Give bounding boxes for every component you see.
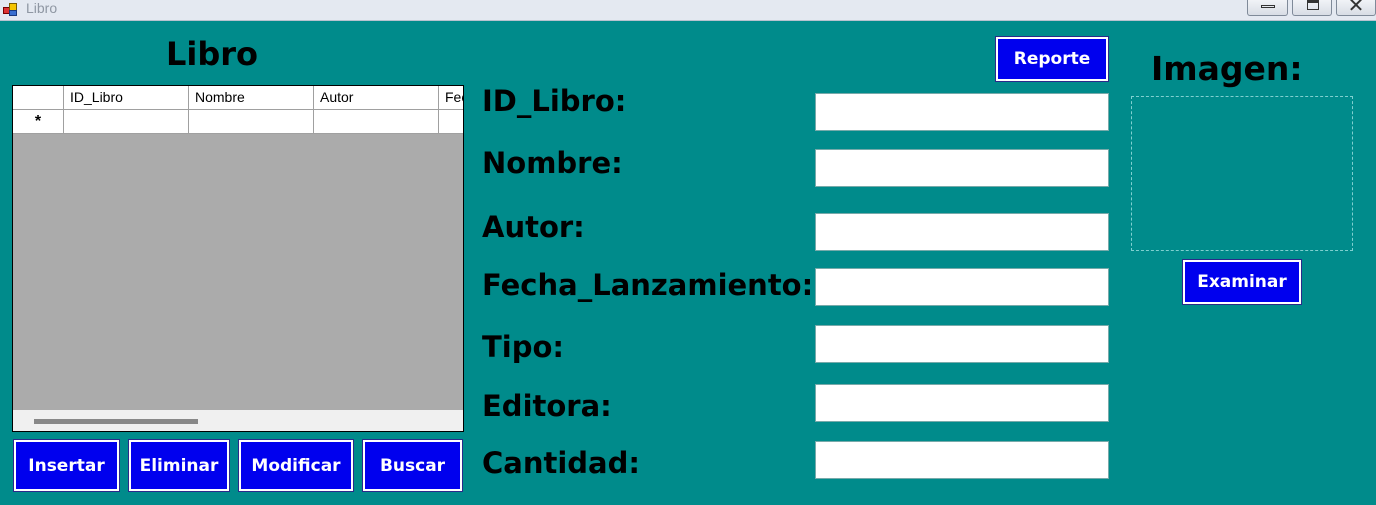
reporte-button[interactable]: Reporte bbox=[995, 36, 1109, 82]
grid-horizontal-scrollbar[interactable] bbox=[13, 410, 463, 431]
maximize-button[interactable] bbox=[1292, 0, 1332, 16]
nombre-label: Nombre: bbox=[482, 146, 623, 180]
grid-corner-header[interactable] bbox=[13, 86, 64, 109]
scrollbar-thumb[interactable] bbox=[34, 419, 198, 424]
insertar-button[interactable]: Insertar bbox=[13, 439, 120, 492]
tipo-label: Tipo: bbox=[482, 330, 565, 364]
examinar-button[interactable]: Examinar bbox=[1182, 259, 1302, 305]
column-header-autor[interactable]: Autor bbox=[314, 86, 439, 109]
grid-title: Libro bbox=[166, 35, 259, 73]
grid-header-row: ID_Libro Nombre Autor Fecha_Lanzamiento bbox=[13, 86, 463, 110]
grid-cell-fecha-lanzamiento[interactable] bbox=[439, 110, 463, 133]
app-window-icon bbox=[3, 2, 17, 16]
modificar-button[interactable]: Modificar bbox=[238, 439, 354, 492]
window-title: Libro bbox=[26, 0, 58, 16]
grid-cell-autor[interactable] bbox=[314, 110, 439, 133]
maximize-icon bbox=[1307, 0, 1319, 10]
eliminar-button[interactable]: Eliminar bbox=[128, 439, 230, 492]
tipo-input[interactable] bbox=[815, 325, 1109, 363]
libros-data-grid[interactable]: ID_Libro Nombre Autor Fecha_Lanzamiento … bbox=[12, 85, 464, 432]
fecha-lanzamiento-input[interactable] bbox=[815, 268, 1109, 306]
minimize-button[interactable] bbox=[1247, 0, 1288, 16]
column-header-id-libro[interactable]: ID_Libro bbox=[64, 86, 189, 109]
id-libro-input[interactable] bbox=[815, 93, 1109, 131]
fecha-lanzamiento-label: Fecha_Lanzamiento: bbox=[482, 268, 814, 302]
grid-cell-id-libro[interactable] bbox=[64, 110, 189, 133]
autor-input[interactable] bbox=[815, 213, 1109, 251]
cantidad-label: Cantidad: bbox=[482, 446, 640, 480]
minimize-icon bbox=[1261, 5, 1275, 8]
grid-new-row[interactable]: * bbox=[13, 110, 463, 134]
column-header-nombre[interactable]: Nombre bbox=[189, 86, 314, 109]
image-title: Imagen: bbox=[1151, 49, 1303, 88]
cantidad-input[interactable] bbox=[815, 441, 1109, 479]
autor-label: Autor: bbox=[482, 210, 585, 244]
title-bar: Libro ✕ bbox=[0, 0, 1376, 21]
grid-cell-nombre[interactable] bbox=[189, 110, 314, 133]
close-icon: ✕ bbox=[1347, 0, 1365, 17]
id-libro-label: ID_Libro: bbox=[482, 84, 627, 118]
editora-input[interactable] bbox=[815, 384, 1109, 422]
image-preview-box bbox=[1131, 96, 1353, 251]
column-header-fecha-lanzamiento[interactable]: Fecha_Lanzamiento bbox=[439, 86, 463, 109]
editora-label: Editora: bbox=[482, 389, 612, 423]
new-row-marker[interactable]: * bbox=[13, 110, 64, 133]
buscar-button[interactable]: Buscar bbox=[362, 439, 463, 492]
nombre-input[interactable] bbox=[815, 149, 1109, 187]
close-button[interactable]: ✕ bbox=[1336, 0, 1376, 16]
